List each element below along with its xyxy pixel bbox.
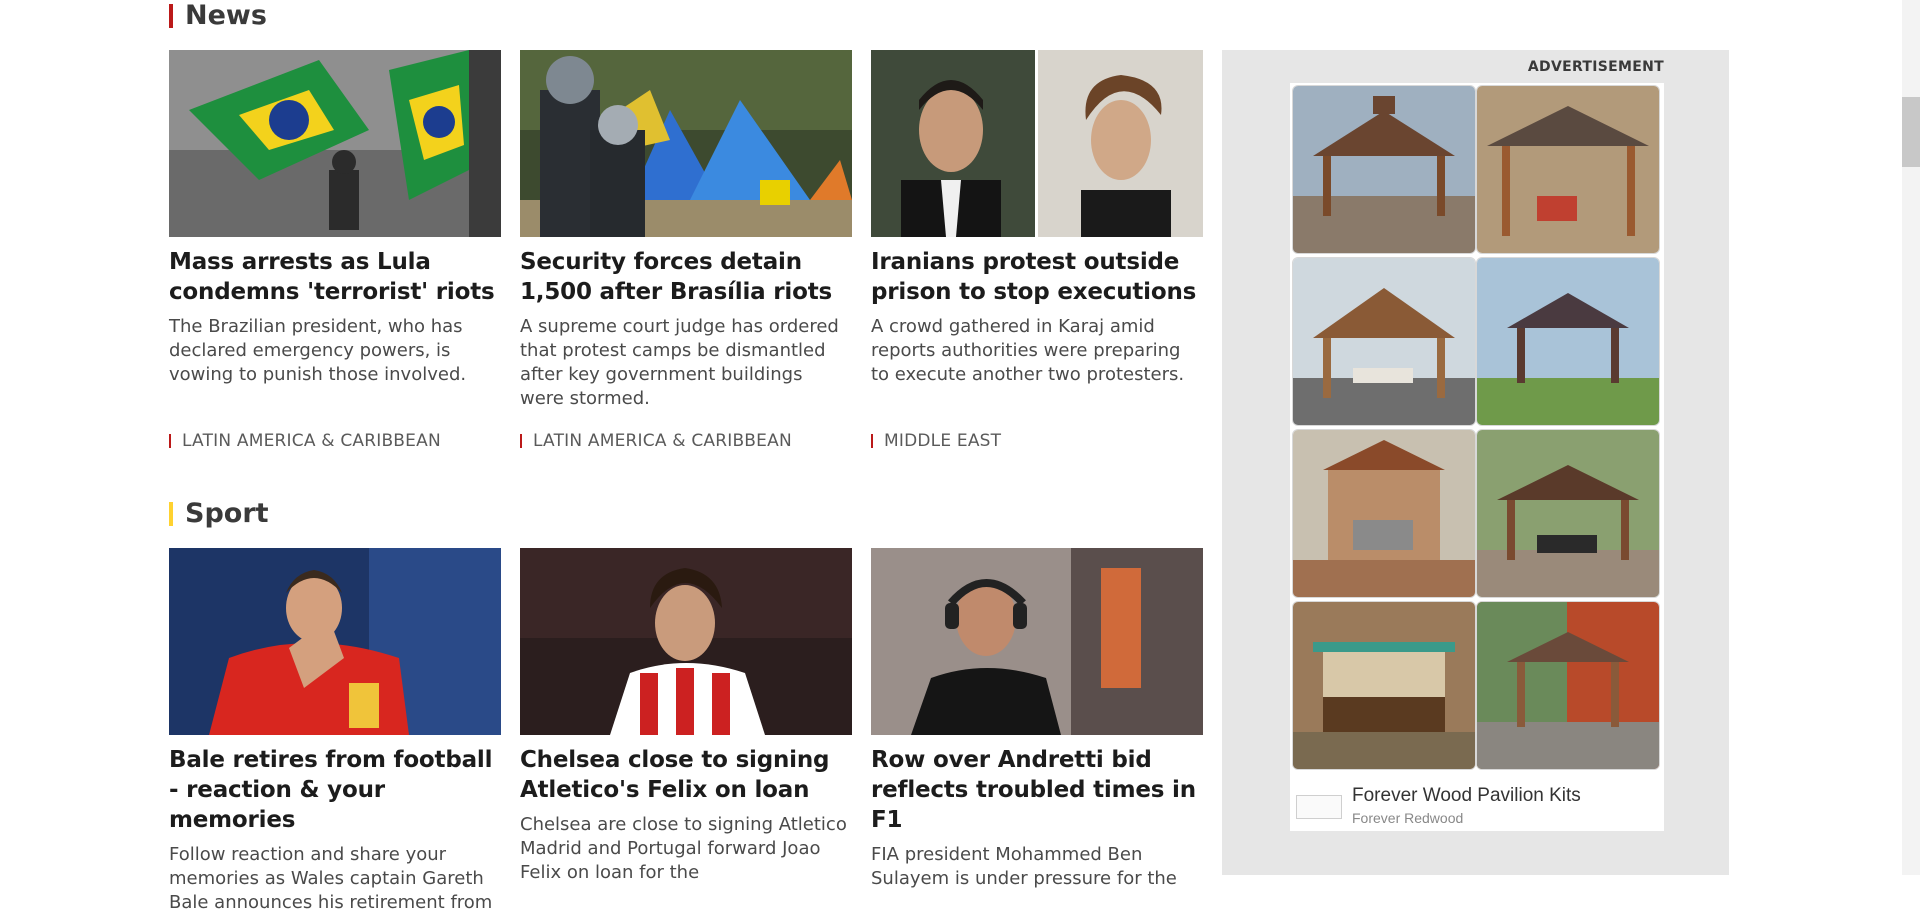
sport-accent-bar: [169, 501, 173, 526]
tag-marker: [520, 434, 522, 448]
news-image-brazil-flag[interactable]: [169, 50, 501, 237]
sport-image-bale[interactable]: [169, 548, 501, 735]
news-section-title: News: [185, 0, 267, 31]
advertiser-logo: [1296, 795, 1342, 819]
advertisement-label: ADVERTISEMENT: [1527, 59, 1664, 75]
news-image-two-portraits[interactable]: [871, 50, 1203, 237]
news-headline[interactable]: Mass arrests as Lula condemns 'terrorist…: [169, 247, 501, 307]
news-headline[interactable]: Iranians protest outside prison to stop …: [871, 247, 1203, 307]
ad-image-pavilion-3[interactable]: [1292, 257, 1476, 426]
sport-summary: FIA president Mohammed Ben Sulayem is un…: [871, 844, 1177, 889]
tag-marker: [871, 434, 873, 448]
news-tag-link[interactable]: LATIN AMERICA & CARIBBEAN: [169, 431, 441, 451]
ad-image-pavilion-2[interactable]: [1476, 85, 1660, 254]
sport-image-felix[interactable]: [520, 548, 852, 735]
sport-section-title: Sport: [185, 498, 269, 529]
news-card-iran[interactable]: Iranians protest outside prison to stop …: [871, 50, 1203, 387]
ad-image-pavilion-6[interactable]: [1476, 429, 1660, 598]
page-scrollbar-thumb[interactable]: [1902, 97, 1920, 167]
sport-headline[interactable]: Bale retires from football - reaction & …: [169, 745, 501, 835]
ad-image-pavilion-5[interactable]: [1292, 429, 1476, 598]
news-tag-link[interactable]: MIDDLE EAST: [871, 431, 1001, 451]
news-tag-label: LATIN AMERICA & CARIBBEAN: [533, 431, 792, 451]
sport-card-andretti[interactable]: Row over Andretti bid reflects troubled …: [871, 548, 1203, 891]
sport-image-andretti[interactable]: [871, 548, 1203, 735]
sport-card-felix[interactable]: Chelsea close to signing Atletico's Feli…: [520, 548, 852, 885]
news-tag-label: LATIN AMERICA & CARIBBEAN: [182, 431, 441, 451]
sport-headline[interactable]: Row over Andretti bid reflects troubled …: [871, 745, 1203, 835]
news-card-lula[interactable]: Mass arrests as Lula condemns 'terrorist…: [169, 50, 501, 387]
ad-image-pavilion-8[interactable]: [1476, 601, 1660, 770]
sport-card-bale[interactable]: Bale retires from football - reaction & …: [169, 548, 501, 915]
sport-summary: Chelsea are close to signing Atletico Ma…: [520, 814, 847, 883]
ad-footer[interactable]: Forever Wood Pavilion Kits Forever Redwo…: [1290, 783, 1664, 831]
ad-image-pavilion-4[interactable]: [1476, 257, 1660, 426]
news-summary: A crowd gathered in Karaj amid reports a…: [871, 316, 1185, 385]
tag-marker: [169, 434, 171, 448]
advertisement-unit[interactable]: ▷✕ Forever Wood Pavilion Kits Forever Re…: [1290, 83, 1664, 831]
news-headline[interactable]: Security forces detain 1,500 after Brasí…: [520, 247, 852, 307]
news-section-heading[interactable]: News: [169, 0, 267, 31]
news-tag-label: MIDDLE EAST: [884, 431, 1002, 451]
ad-advertiser-name: Forever Redwood: [1352, 810, 1464, 826]
news-summary: The Brazilian president, who has declare…: [169, 316, 467, 385]
ad-image-pavilion-1[interactable]: [1292, 85, 1476, 254]
news-accent-bar: [169, 3, 173, 28]
news-image-riot-police[interactable]: [520, 50, 852, 237]
news-summary: A supreme court judge has ordered that p…: [520, 316, 839, 409]
ad-image-pavilion-7[interactable]: [1292, 601, 1476, 770]
sport-headline[interactable]: Chelsea close to signing Atletico's Feli…: [520, 745, 852, 805]
sport-section-heading[interactable]: Sport: [169, 498, 269, 529]
news-tag-link[interactable]: LATIN AMERICA & CARIBBEAN: [520, 431, 792, 451]
news-card-brasilia[interactable]: Security forces detain 1,500 after Brasí…: [520, 50, 852, 411]
sport-summary: Follow reaction and share your memories …: [169, 844, 493, 913]
ad-product-title[interactable]: Forever Wood Pavilion Kits: [1352, 785, 1581, 807]
